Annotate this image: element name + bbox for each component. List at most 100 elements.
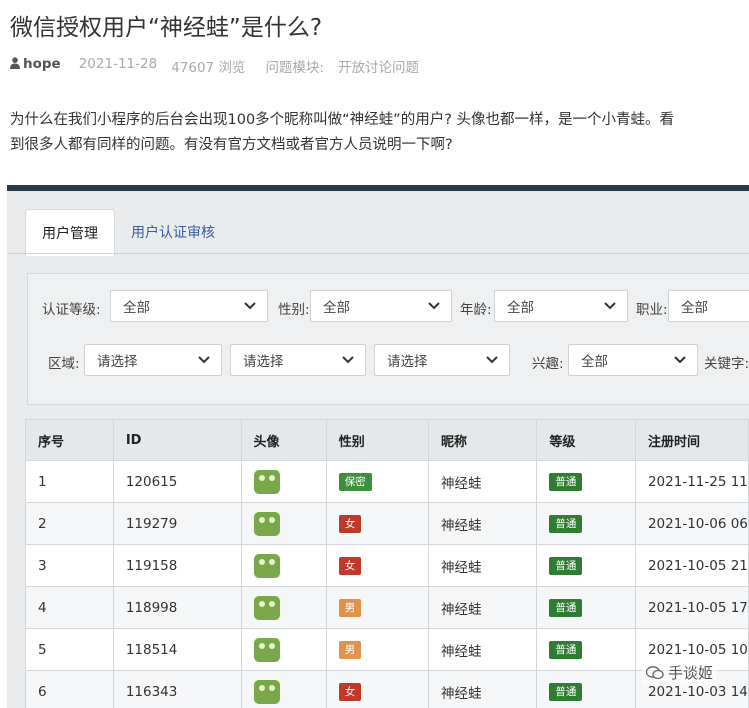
tab-user-verification[interactable]: 用户认证审核 [115, 209, 231, 256]
cell-id: 116343 [112, 670, 242, 708]
views-label: 浏览 [218, 60, 246, 76]
col-header: 等级 [536, 419, 636, 461]
frog-avatar-icon [253, 511, 280, 536]
tab-divider [7, 253, 749, 254]
cell-register-time: 2021-10-05 21 [634, 544, 749, 587]
age-select[interactable]: 全部 [494, 290, 628, 322]
region-province-value: 请选择 [97, 354, 138, 370]
gender-select[interactable]: 全部 [310, 290, 452, 322]
frog-avatar-icon [253, 595, 280, 620]
col-header: 注册时间 [634, 419, 749, 461]
cell-gender: 女 [325, 502, 429, 545]
table-row[interactable]: 4 118998 男 神经蛙 普通 2021-10-05 17 [25, 586, 749, 629]
module-link[interactable]: 开放讨论问题 [338, 56, 419, 76]
cell-gender: 男 [325, 586, 429, 629]
cell-register-time: 2021-10-06 06 [634, 502, 749, 545]
table-header-row: 序号 ID 头像 性别 昵称 等级 注册时间 [25, 419, 749, 461]
cell-no: 5 [25, 628, 114, 671]
cert-level-value: 全部 [123, 300, 150, 316]
frog-avatar-icon [253, 469, 280, 494]
hobby-value: 全部 [581, 354, 608, 370]
level-badge: 普通 [549, 598, 583, 617]
cell-avatar [240, 460, 327, 503]
cell-no: 6 [25, 670, 114, 708]
cell-id: 118998 [112, 586, 242, 629]
hobby-select[interactable]: 全部 [568, 344, 698, 376]
cell-id: 120615 [112, 460, 242, 503]
cell-id: 119279 [112, 502, 242, 545]
cell-gender: 保密 [325, 460, 429, 503]
article-meta: hope 2021-11-28 47607 浏览 问题模块: 开放讨论问题 [10, 56, 433, 76]
cell-gender: 女 [325, 670, 429, 708]
cell-nickname: 神经蛙 [427, 586, 538, 629]
gender-badge: 女 [338, 556, 362, 575]
admin-screenshot: 用户管理 用户认证审核 认证等级: 全部 性别: 全部 年龄: 全部 职业: 全… [7, 185, 749, 708]
frog-avatar-icon [253, 637, 280, 662]
cell-id: 119158 [112, 544, 242, 587]
level-badge: 普通 [549, 682, 583, 701]
level-badge: 普通 [549, 514, 583, 533]
cert-level-select[interactable]: 全部 [110, 290, 268, 322]
level-badge: 普通 [549, 472, 583, 491]
age-value: 全部 [507, 300, 534, 316]
cell-nickname: 神经蛙 [427, 670, 538, 708]
region-district-value: 请选择 [387, 354, 428, 370]
col-header: ID [112, 419, 242, 461]
region-city-select[interactable]: 请选择 [230, 344, 366, 376]
job-select[interactable]: 全部 [668, 290, 749, 322]
cell-no: 4 [25, 586, 114, 629]
cell-level: 普通 [536, 670, 636, 708]
question-line: 到很多人都有同样的问题。有没有官方文档或者官方人员说明一下啊? [10, 137, 453, 153]
table-row[interactable]: 5 118514 男神经蛙 普通 2021-10-05 10 [25, 628, 749, 671]
cell-avatar [240, 544, 327, 587]
chevron-down-icon [198, 356, 210, 364]
hobby-label: 兴趣: [532, 356, 564, 372]
post-date: 2021-11-28 [78, 56, 158, 72]
region-label: 区域: [48, 356, 80, 372]
screen-top-bar [7, 185, 749, 191]
chevron-down-icon [342, 356, 354, 364]
cell-level: 普通 [536, 460, 636, 503]
gender-badge: 女 [338, 514, 362, 533]
level-badge: 普通 [549, 640, 583, 659]
region-province-select[interactable]: 请选择 [84, 344, 222, 376]
author-name[interactable]: hope [23, 56, 61, 72]
cell-nickname: 神经蛙 [427, 544, 538, 587]
table-row[interactable]: 6 116343 女神经蛙 普通 2021-10-03 14 [25, 670, 749, 708]
col-header: 头像 [240, 419, 327, 461]
chevron-down-icon [428, 302, 440, 310]
gender-label: 性别: [278, 302, 310, 318]
frog-avatar-icon [253, 553, 280, 578]
cell-avatar [240, 586, 327, 629]
region-district-select[interactable]: 请选择 [374, 344, 510, 376]
table-row[interactable]: 3 119158 女 神经蛙 普通 2021-10-05 21 [25, 544, 749, 587]
question-line: 为什么在我们小程序的后台会出现100多个昵称叫做“神经蛙”的用户? 头像也都一样… [10, 112, 675, 128]
region-city-value: 请选择 [243, 354, 284, 370]
chevron-down-icon [674, 356, 686, 364]
cell-no: 3 [25, 544, 114, 587]
cell-register-time: 2021-10-05 17 [634, 586, 749, 629]
chevron-down-icon [604, 302, 616, 310]
cert-level-label: 认证等级: [42, 302, 101, 318]
cell-nickname: 神经蛙 [427, 502, 538, 545]
watermark: 手谈姬 [642, 660, 718, 685]
gender-badge: 男 [338, 640, 362, 659]
module-label: 问题模块: [265, 60, 324, 76]
cell-no: 1 [25, 460, 114, 503]
table-row[interactable]: 1 120615 保密 神经蛙 普通 2021-11-25 11 [25, 460, 749, 503]
tab-user-management[interactable]: 用户管理 [25, 209, 115, 256]
chevron-down-icon [486, 356, 498, 364]
cell-level: 普通 [536, 544, 636, 587]
frog-avatar-icon [253, 679, 280, 704]
cell-no: 2 [25, 502, 114, 545]
cell-level: 普通 [536, 628, 636, 671]
age-label: 年龄: [460, 302, 492, 318]
article-title: 微信授权用户“神经蛙”是什么? [10, 15, 323, 41]
gender-badge: 保密 [338, 472, 372, 491]
views-count: 47607 [171, 60, 215, 76]
gender-badge: 女 [338, 682, 362, 701]
author-link[interactable]: hope [10, 56, 61, 76]
cell-id: 118514 [112, 628, 242, 671]
table-row[interactable]: 2 119279 女 神经蛙 普通 2021-10-06 06 [25, 502, 749, 545]
filter-panel: 认证等级: 全部 性别: 全部 年龄: 全部 职业: 全部 区域: 请选择 请选… [27, 273, 749, 405]
